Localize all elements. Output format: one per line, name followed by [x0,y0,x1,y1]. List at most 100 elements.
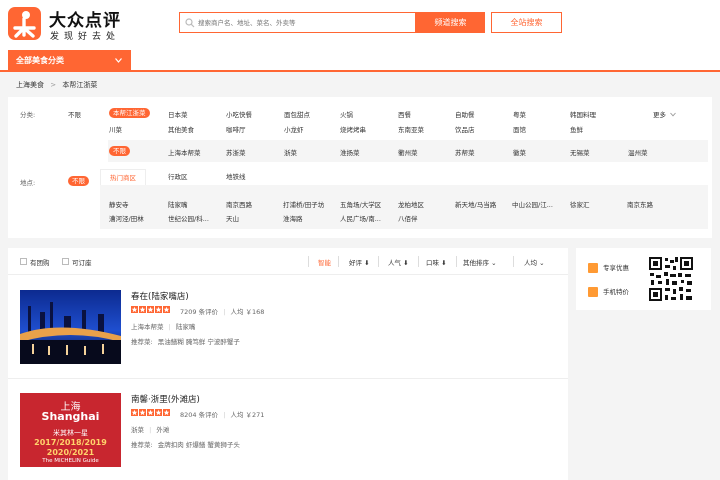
area-option[interactable]: 天山 [226,213,239,223]
category-option[interactable]: 粤菜 [513,109,526,119]
area-option[interactable]: 五角场/大学区 [340,199,381,209]
poster-city-en: Shanghai [41,410,100,423]
review-count[interactable]: 8204 条评价 [180,411,218,419]
shop-name[interactable]: 南馨·浙里(外滩店) [131,393,200,405]
subcategory-option[interactable]: 苏帮菜 [455,147,475,157]
category-option[interactable]: 其他美食 [168,124,194,134]
breadcrumb-link[interactable]: 上海美食 [16,81,44,89]
shop-name[interactable]: 春在(陆家嘴店) [131,290,189,302]
star-icon [155,409,162,416]
site-search-button[interactable]: 全站搜索 [491,12,562,33]
category-option[interactable]: 饮品店 [455,124,475,134]
avg-price: 人均 ￥168 [230,308,265,316]
shop-photo-night-skyline[interactable] [20,290,121,364]
subcategory-option[interactable]: 上海本帮菜 [168,147,201,157]
groupbuy-checkbox[interactable] [20,258,27,265]
category-option[interactable]: 小龙虾 [284,124,304,134]
qr-code-icon[interactable] [648,256,694,302]
category-option[interactable]: 自助餐 [455,109,475,119]
area-option[interactable]: 人民广场/南... [340,213,381,223]
breadcrumb-separator: > [50,81,57,89]
category-option[interactable]: 西餐 [398,109,411,119]
shop-list-item[interactable]: 春在(陆家嘴店) 7209 条评价 | 人均 ￥168 上海本帮菜 | 陆家嘴 … [8,276,568,379]
logo-icon[interactable] [8,7,41,40]
area-option[interactable]: 世纪公园/科... [168,213,209,223]
sort-smart[interactable]: 智能 [318,257,331,267]
category-selected-pill[interactable]: 本帮江浙菜 [109,108,150,118]
tab-district[interactable]: 行政区 [168,169,188,185]
sort-other[interactable]: 其他排序 ⌄ [463,257,497,267]
poster-guide: The MICHELIN Guide [42,458,99,464]
sidebar-item-mobile-deals[interactable]: 手机特价 [588,286,629,297]
category-option[interactable]: 烧烤烤串 [340,124,366,134]
area-option[interactable]: 徐家汇 [570,199,590,209]
breadcrumb: 上海美食 > 本帮江浙菜 [16,80,101,90]
search-icon [185,18,195,28]
avg-price: 人均 ￥271 [230,411,265,419]
recommend-label: 推荐菜: [131,441,153,449]
sort-rating[interactable]: 好评 ⬇ [349,257,370,267]
search-input[interactable] [198,14,413,31]
area-option[interactable]: 南京东路 [627,199,653,209]
sort-bar: 有团购 可订座 智能 好评 ⬇ 人气 ⬇ 口味 ⬇ 其他排序 ⌄ 人均 ⌄ [8,248,568,275]
category-any-option[interactable]: 不限 [68,109,81,119]
area-option[interactable]: 南京西路 [226,199,252,209]
sort-avg-price[interactable]: 人均 ⌄ [524,257,545,267]
subcategory-any-pill[interactable]: 不限 [109,146,130,156]
star-icon [131,306,138,313]
tab-metro-line[interactable]: 地铁线 [226,169,246,185]
site-header: 大众点评 发现好去处 频道搜索 全站搜索 全部美食分类 [0,0,720,72]
cuisine-tag[interactable]: 上海本帮菜 [131,323,164,331]
area-option[interactable]: 打浦桥/田子坊 [283,199,324,209]
subcategory-option[interactable]: 徽菜 [513,147,526,157]
location-filter-label: 地点: [20,179,36,187]
subcategory-option[interactable]: 温州菜 [628,147,648,157]
location-any-pill[interactable]: 不限 [68,176,89,186]
sidebar-item-exclusive-offers[interactable]: 专享优惠 [588,262,629,273]
chevron-down-icon: ⌄ [539,259,545,267]
filter-panel: 分类: 不限 本帮江浙菜 日本菜 小吃快餐 面包甜点 火锅 西餐 自助餐 粤菜 … [8,97,712,238]
recommend-list[interactable]: 黑油鳝糊 腌笃鲜 宁波醉蟹子 [158,338,240,346]
area-tag[interactable]: 陆家嘴 [176,323,196,331]
chevron-down-icon [670,112,676,117]
subcategory-option[interactable]: 浙菜 [284,147,297,157]
cuisine-tag[interactable]: 浙菜 [131,426,144,434]
booking-checkbox[interactable] [62,258,69,265]
subcategory-option[interactable]: 衢州菜 [398,147,418,157]
tab-hot-business-areas[interactable]: 热门商区 [100,169,146,185]
shop-photo-michelin-poster[interactable]: 上海 Shanghai 米其林一星 2017/2018/2019 2020/20… [20,393,121,467]
sort-taste[interactable]: 口味 ⬇ [426,257,447,267]
area-option[interactable]: 淮海路 [283,213,303,223]
all-food-category-button[interactable]: 全部美食分类 [8,50,131,72]
subcategory-option[interactable]: 淮扬菜 [340,147,360,157]
booking-label: 可订座 [72,259,92,267]
category-option[interactable]: 鱼鲜 [570,124,583,134]
category-option[interactable]: 川菜 [109,124,122,134]
area-option[interactable]: 静安寺 [109,199,129,209]
subcategory-option[interactable]: 苏浙菜 [226,147,246,157]
category-option[interactable]: 日本菜 [168,109,188,119]
category-option[interactable]: 火锅 [340,109,353,119]
area-option[interactable]: 中山公园/江... [512,199,553,209]
area-option[interactable]: 新天地/马当路 [455,199,496,209]
poster-years-2: 2020/2021 [46,448,95,457]
category-option[interactable]: 韩国料理 [570,109,596,119]
category-option[interactable]: 咖啡厅 [226,124,246,134]
category-option[interactable]: 面包甜点 [284,109,310,119]
category-option[interactable]: 东南亚菜 [398,124,424,134]
channel-search-button[interactable]: 频道搜索 [416,12,485,33]
area-option[interactable]: 陆家嘴 [168,199,188,209]
area-tag[interactable]: 外滩 [156,426,169,434]
review-count[interactable]: 7209 条评价 [180,308,218,316]
area-option[interactable]: 漕河泾/田林 [109,213,144,223]
subcategory-option[interactable]: 无锡菜 [570,147,590,157]
more-categories-link[interactable]: 更多 [653,109,676,119]
category-option[interactable]: 面馆 [513,124,526,134]
area-option[interactable]: 八佰伴 [398,213,418,223]
sort-popularity[interactable]: 人气 ⬇ [388,257,409,267]
shop-list-item[interactable]: 上海 Shanghai 米其林一星 2017/2018/2019 2020/20… [8,379,568,480]
star-icon [139,306,146,313]
recommend-list[interactable]: 金牌扣肉 虾爆鳝 蟹黄狮子头 [158,441,240,449]
category-option[interactable]: 小吃快餐 [226,109,252,119]
area-option[interactable]: 龙柏地区 [398,199,424,209]
